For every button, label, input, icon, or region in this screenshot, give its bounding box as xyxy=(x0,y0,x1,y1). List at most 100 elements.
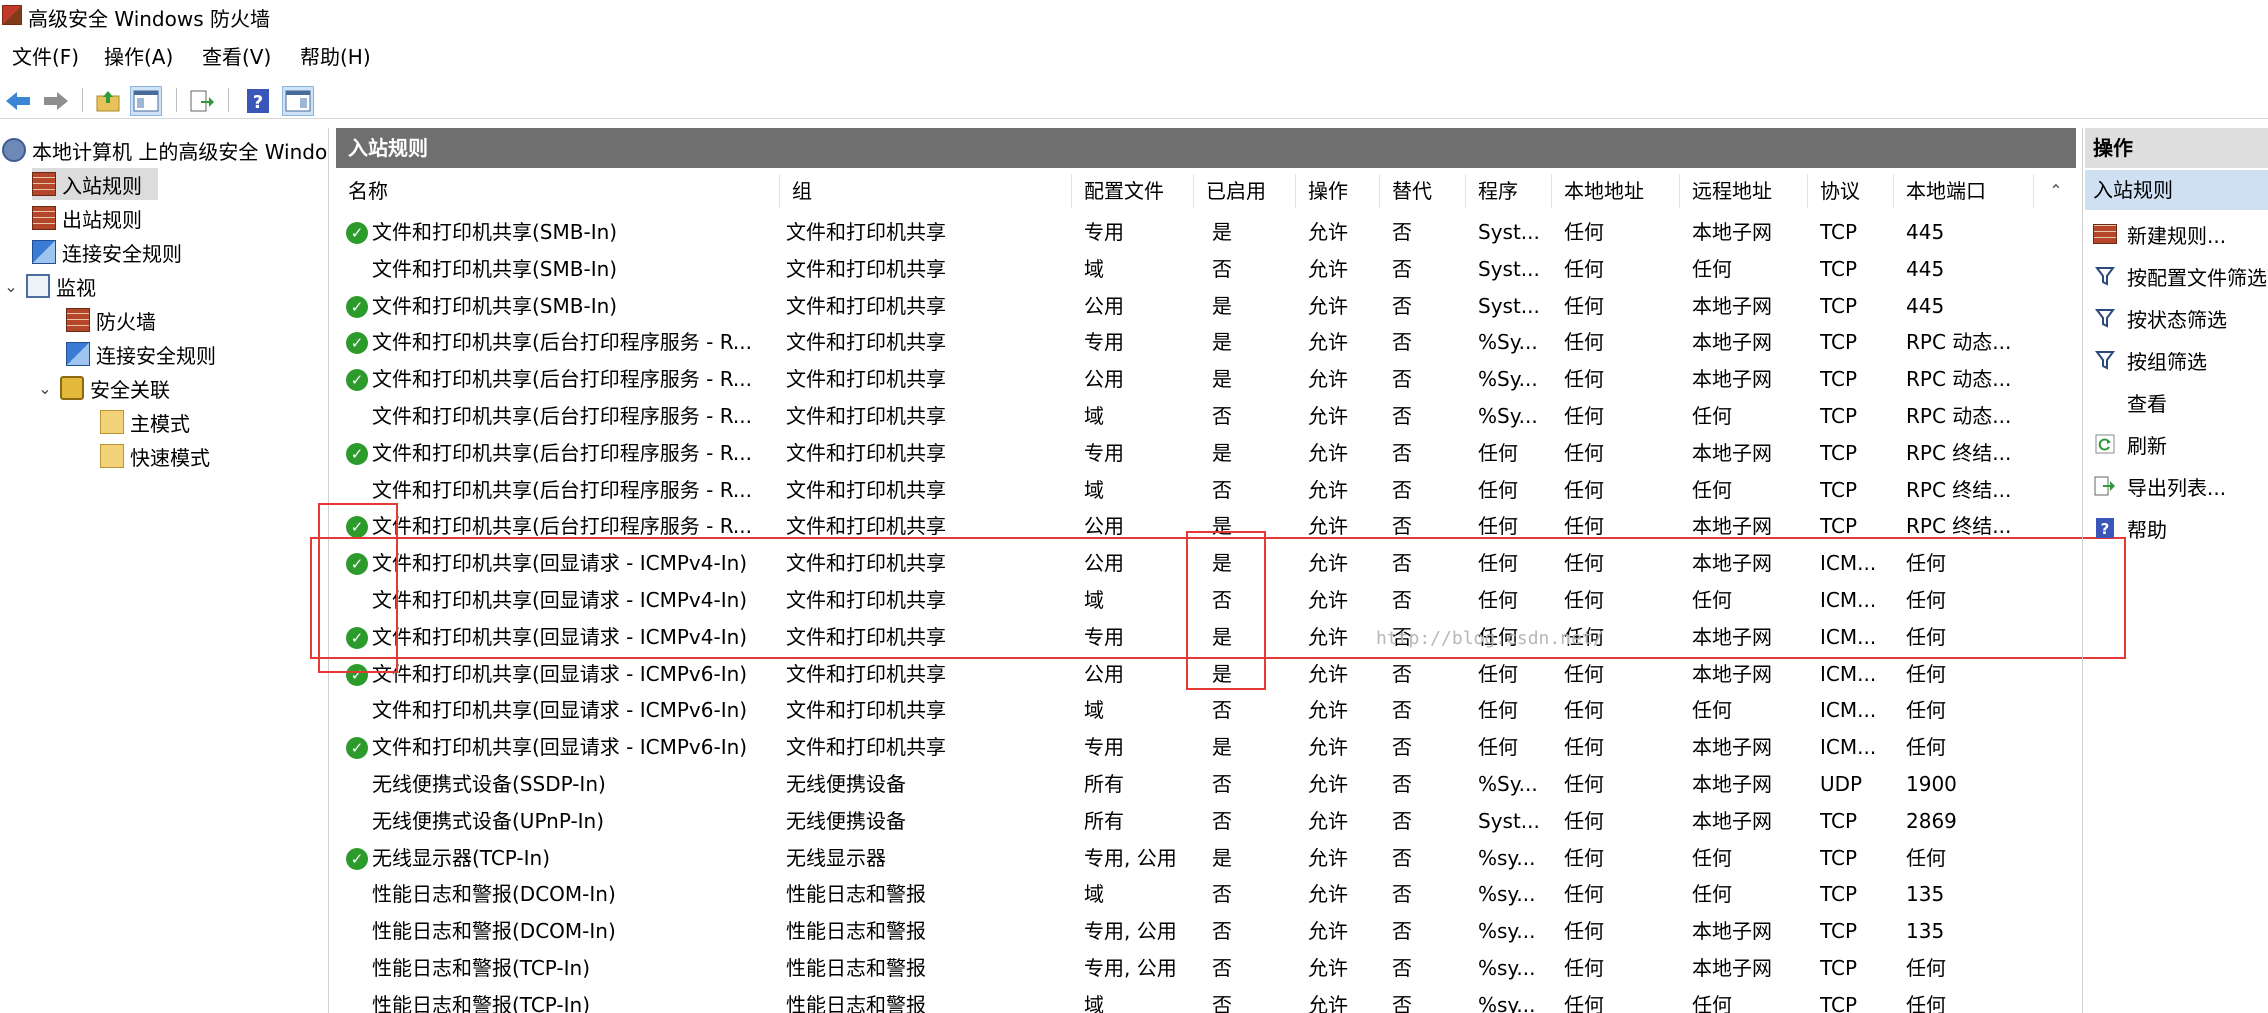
rule-program: 任何 xyxy=(1478,588,1518,612)
rule-profile: 公用 xyxy=(1084,367,1124,392)
table-row[interactable]: 文件和打印机共享(后台打印程序服务 - R... 文件和打印机共享 域 否 允许 否 %Sy… xyxy=(336,398,2046,435)
table-row[interactable]: 文件和打印机共享(后台打印程序服务 - R... 文件和打印机共享 域 否 允许 否 任何 任… xyxy=(336,472,2046,509)
tree-item-monitor-connection-security[interactable]: 连接安全规则 xyxy=(66,338,216,370)
rule-name: 文件和打印机共享(后台打印程序服务 - R... xyxy=(372,440,752,465)
rule-profile: 专用 xyxy=(1084,220,1124,244)
column-header-override[interactable]: 替代 xyxy=(1380,174,1466,208)
tree-item-firewall[interactable]: 防火墙 xyxy=(66,304,156,336)
rule-enabled: 否 xyxy=(1212,956,1232,980)
rule-remote-address: 本地子网 xyxy=(1692,551,1772,576)
rule-override: 否 xyxy=(1392,882,1412,907)
table-row[interactable]: ✓ 文件和打印机共享(后台打印程序服务 - R... 文件和打印机共享 公用 是 允许 否 任… xyxy=(336,508,2046,545)
rule-override: 否 xyxy=(1392,404,1412,428)
table-row[interactable]: ✓ 文件和打印机共享(后台打印程序服务 - R... 文件和打印机共享 专用 是 允许 否%… xyxy=(336,324,2046,361)
rule-protocol: ICM... xyxy=(1820,661,1877,686)
back-arrow-icon[interactable] xyxy=(2,86,34,116)
table-row[interactable]: 文件和打印机共享(回显请求 - ICMPv6-In) 文件和打印机共享 域 否 允许 否 任… xyxy=(336,692,2046,729)
action-help[interactable]: ? 帮助 xyxy=(2083,510,2167,546)
rule-profile: 公用 xyxy=(1084,514,1124,539)
rule-local-address: 任何 xyxy=(1564,772,1604,796)
rule-profile: 域 xyxy=(1084,404,1104,428)
rule-protocol: TCP xyxy=(1820,404,1858,428)
table-row[interactable]: 无线便携式设备(SSDP-In) 无线便携设备 所有 否 允许 否 %Sy... 任何 本地子网… xyxy=(336,766,2046,803)
table-row[interactable]: ✓ 文件和打印机共享(回显请求 - ICMPv4-In) 文件和打印机共享 专用 是 允许… xyxy=(336,619,2046,656)
table-row[interactable]: ✓ 文件和打印机共享(后台打印程序服务 - R... 文件和打印机共享 专用 是 允许 否 任… xyxy=(336,435,2046,472)
rule-protocol: UDP xyxy=(1820,772,1863,796)
rule-profile: 专用, 公用 xyxy=(1084,919,1177,944)
table-row[interactable]: 文件和打印机共享(SMB-In) 文件和打印机共享 域 否 允许 否 Syst... 任何 任何… xyxy=(336,251,2046,288)
tree-item-security-associations[interactable]: ⌄ 安全关联 xyxy=(36,372,170,404)
column-header-profile[interactable]: 配置文件 xyxy=(1072,174,1194,208)
table-row[interactable]: 文件和打印机共享(回显请求 - ICMPv4-In) 文件和打印机共享 域 否 允许 否 任… xyxy=(336,582,2046,619)
folder-icon xyxy=(100,410,124,434)
table-row[interactable]: ✓ 文件和打印机共享(回显请求 - ICMPv6-In) 文件和打印机共享 专用 是 允许… xyxy=(336,729,2046,766)
action-refresh[interactable]: 刷新 xyxy=(2083,426,2167,462)
rule-program: Syst... xyxy=(1478,808,1540,833)
rule-local-address: 任何 xyxy=(1564,735,1604,760)
column-header-group[interactable]: 组 xyxy=(780,174,1072,208)
tree-root[interactable]: 本地计算机 上的高级安全 Windows xyxy=(2,134,328,166)
tree-item-connection-security[interactable]: 连接安全规则 xyxy=(32,236,182,268)
forward-arrow-icon[interactable] xyxy=(40,86,72,116)
action-view[interactable]: 查看 xyxy=(2083,384,2167,420)
table-row[interactable]: ✓ 文件和打印机共享(后台打印程序服务 - R... 文件和打印机共享 公用 是 允许 否%… xyxy=(336,361,2046,398)
menu-help[interactable]: 帮助(H) xyxy=(296,42,375,72)
table-row[interactable]: ✓ 文件和打印机共享(SMB-In) 文件和打印机共享 公用 是 允许 否 Syst... 任何… xyxy=(336,288,2046,325)
actions-subheader[interactable]: 入站规则 xyxy=(2085,170,2268,210)
rule-program: 任何 xyxy=(1478,514,1518,539)
rule-local-port: 任何 xyxy=(1906,698,1946,723)
table-row[interactable]: 性能日志和警报(DCOM-In) 性能日志和警报 域 否 允许 否 %sy... 任何 任何 TC… xyxy=(336,876,2046,913)
actions-header: 操作 xyxy=(2085,128,2268,168)
column-header-program[interactable]: 程序 xyxy=(1466,174,1552,208)
tree-item-quick-mode[interactable]: 快速模式 xyxy=(100,440,210,472)
tree-item-outbound-rules[interactable]: 出站规则 xyxy=(32,202,142,234)
up-folder-icon[interactable] xyxy=(92,86,124,116)
column-header-local-port[interactable]: 本地端口 xyxy=(1894,174,2034,208)
scroll-up-icon[interactable]: ⌃ xyxy=(2041,176,2071,206)
enabled-check-icon: ✓ xyxy=(346,553,368,576)
table-row[interactable]: 性能日志和警报(TCP-In) 性能日志和警报 专用, 公用 否 允许 否 %sy... 任何… xyxy=(336,950,2046,987)
rule-override: 否 xyxy=(1392,919,1412,944)
column-header-name[interactable]: 名称 xyxy=(336,174,780,208)
action-filter-state[interactable]: 按状态筛选 xyxy=(2083,300,2227,336)
column-header-enabled[interactable]: 已启用 xyxy=(1194,174,1296,208)
action-export-list[interactable]: 导出列表... xyxy=(2083,468,2226,504)
table-row[interactable]: ✓ 无线显示器(TCP-In) 无线显示器 专用, 公用 是 允许 否 %sy... 任何 任何 T… xyxy=(336,840,2046,877)
rule-override: 否 xyxy=(1392,551,1412,576)
tree-item-monitor[interactable]: ⌄ 监视 xyxy=(2,270,96,302)
menu-view[interactable]: 查看(V) xyxy=(198,42,275,72)
menu-file[interactable]: 文件(F) xyxy=(8,42,83,72)
chevron-down-icon[interactable]: ⌄ xyxy=(36,379,54,398)
column-header-protocol[interactable]: 协议 xyxy=(1808,174,1894,208)
outbound-wall-icon xyxy=(32,206,56,230)
export-icon xyxy=(2091,474,2119,498)
show-tree-icon[interactable] xyxy=(130,86,162,116)
action-new-rule[interactable]: 新建规则... xyxy=(2083,216,2226,252)
table-row[interactable]: ✓ 文件和打印机共享(回显请求 - ICMPv6-In) 文件和打印机共享 公用 是 允许… xyxy=(336,656,2046,693)
table-row[interactable]: ✓ 文件和打印机共享(回显请求 - ICMPv4-In) 文件和打印机共享 公用 是 允许… xyxy=(336,545,2046,582)
export-icon[interactable] xyxy=(186,86,218,116)
rule-protocol: TCP xyxy=(1820,330,1858,355)
action-filter-group[interactable]: 按组筛选 xyxy=(2083,342,2207,378)
rule-remote-address: 任何 xyxy=(1692,588,1732,612)
column-header-local-address[interactable]: 本地地址 xyxy=(1552,174,1680,208)
show-action-pane-icon[interactable] xyxy=(282,86,314,116)
rule-profile: 域 xyxy=(1084,477,1104,502)
help-icon[interactable]: ? xyxy=(242,86,274,116)
new-rule-icon xyxy=(2091,222,2119,246)
rule-name: 无线显示器(TCP-In) xyxy=(372,845,551,870)
tree-item-main-mode[interactable]: 主模式 xyxy=(100,406,190,438)
menu-action[interactable]: 操作(A) xyxy=(100,42,177,72)
rule-local-address: 任何 xyxy=(1564,256,1604,281)
table-row[interactable]: ✓ 文件和打印机共享(SMB-In) 文件和打印机共享 专用 是 允许 否 Syst... 任何… xyxy=(336,214,2046,251)
column-header-remote-address[interactable]: 远程地址 xyxy=(1680,174,1808,208)
column-header-action[interactable]: 操作 xyxy=(1296,174,1380,208)
table-row[interactable]: 无线便携式设备(UPnP-In) 无线便携设备 所有 否 允许 否 Syst... 任何 本地子… xyxy=(336,803,2046,840)
tree-item-inbound-rules[interactable]: 入站规则 xyxy=(32,168,158,200)
action-filter-profile[interactable]: 按配置文件筛选 xyxy=(2083,258,2267,294)
rule-program: %Sy... xyxy=(1478,772,1538,796)
rule-program: 任何 xyxy=(1478,440,1518,465)
chevron-down-icon[interactable]: ⌄ xyxy=(2,277,20,296)
table-row[interactable]: 性能日志和警报(TCP-In) 性能日志和警报 域 否 允许 否 %sy... 任何 任何 TCP… xyxy=(336,987,2046,1013)
table-row[interactable]: 性能日志和警报(DCOM-In) 性能日志和警报 专用, 公用 否 允许 否 %sy... 任… xyxy=(336,913,2046,950)
